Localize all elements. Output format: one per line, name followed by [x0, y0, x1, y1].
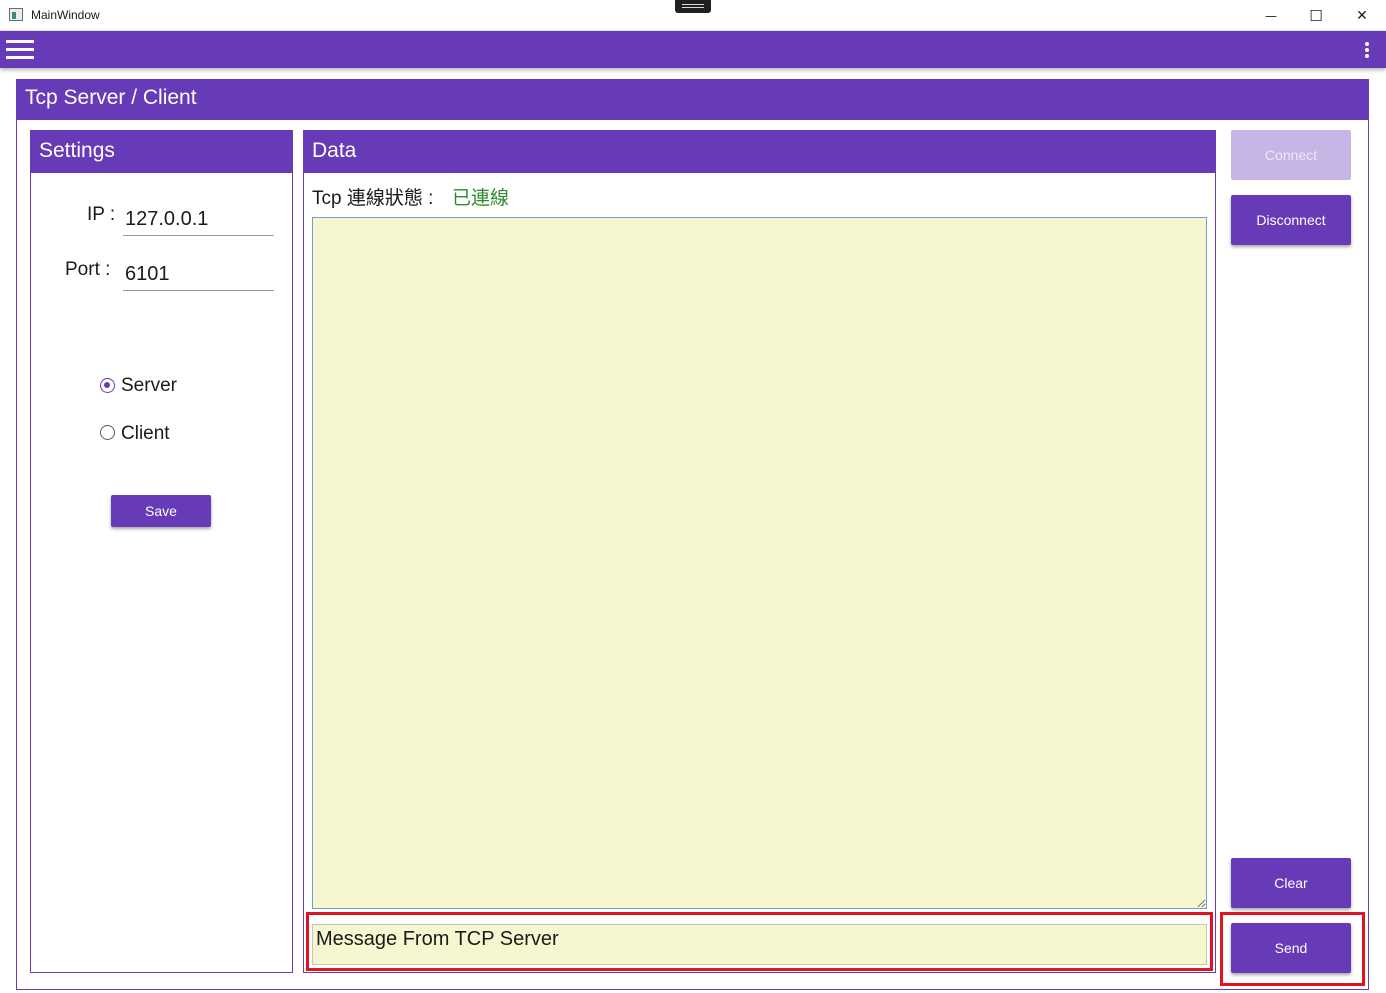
- data-log-textarea[interactable]: [312, 217, 1207, 909]
- ip-input[interactable]: [123, 204, 274, 236]
- snap-layout-handle[interactable]: [675, 0, 711, 13]
- more-vertical-icon[interactable]: [1360, 40, 1374, 60]
- window-title: MainWindow: [31, 8, 100, 22]
- close-button[interactable]: ✕: [1339, 0, 1385, 31]
- clear-button[interactable]: Clear: [1231, 858, 1351, 908]
- send-button-highlight: [1220, 912, 1365, 986]
- port-label: Port :: [65, 259, 111, 280]
- maximize-icon: ☐: [1309, 6, 1323, 25]
- settings-title: Settings: [39, 139, 115, 162]
- app-icon: [9, 8, 23, 21]
- main-header: [17, 80, 1368, 120]
- radio-selected-icon: [100, 378, 115, 393]
- data-title: Data: [312, 139, 357, 162]
- message-input-highlight: [306, 912, 1213, 971]
- radio-unselected-icon: [100, 425, 115, 440]
- connect-button[interactable]: Connect: [1231, 130, 1351, 180]
- minimize-icon: —: [1265, 8, 1277, 23]
- maximize-button[interactable]: ☐: [1293, 0, 1339, 31]
- connection-status-label: Tcp 連線狀態 :: [312, 188, 434, 209]
- app-bar: [0, 31, 1386, 68]
- connection-status-value: 已連線: [452, 188, 510, 209]
- page-title: Tcp Server / Client: [25, 86, 197, 109]
- save-button[interactable]: Save: [111, 495, 211, 527]
- data-header: [304, 131, 1215, 173]
- disconnect-button[interactable]: Disconnect: [1231, 195, 1351, 245]
- server-radio-label: Server: [121, 375, 177, 396]
- port-input[interactable]: [123, 259, 274, 291]
- server-radio[interactable]: Server: [100, 375, 200, 399]
- settings-panel: [30, 130, 293, 973]
- hamburger-menu-icon[interactable]: [6, 40, 34, 60]
- client-radio[interactable]: Client: [100, 423, 200, 447]
- minimize-button[interactable]: —: [1248, 0, 1294, 31]
- client-radio-label: Client: [121, 423, 170, 444]
- ip-label: IP :: [87, 204, 116, 225]
- close-icon: ✕: [1356, 7, 1368, 24]
